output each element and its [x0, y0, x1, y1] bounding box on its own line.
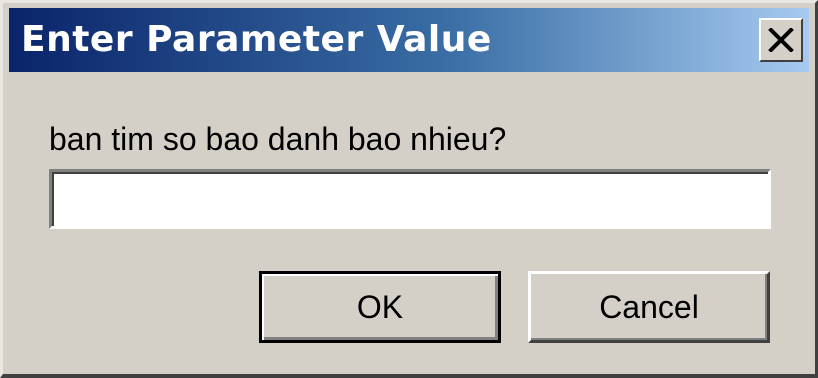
title-bar[interactable]: Enter Parameter Value [9, 8, 809, 72]
prompt-label: ban tim so bao danh bao nhieu? [49, 121, 507, 157]
ok-button[interactable]: OK [259, 271, 501, 343]
cancel-button[interactable]: Cancel [528, 271, 770, 343]
parameter-input[interactable] [49, 169, 771, 229]
window-title: Enter Parameter Value [21, 19, 492, 60]
close-button[interactable] [759, 18, 803, 62]
parameter-dialog: Enter Parameter Value ban tim so bao dan… [0, 0, 818, 378]
close-icon [768, 28, 794, 52]
